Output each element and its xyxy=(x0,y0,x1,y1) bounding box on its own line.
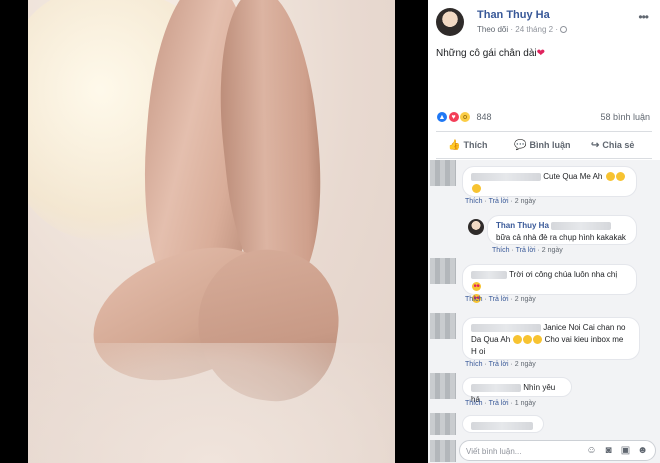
comment-meta: Thích · Trả lời · 2 ngày xyxy=(465,296,536,303)
commenter-avatar[interactable] xyxy=(430,258,456,284)
reply-meta: Thích · Trả lời · 2 ngày xyxy=(492,247,563,254)
post-side-panel: Than Thuy Ha Theo dõi · 24 tháng 2 · •••… xyxy=(428,0,660,463)
comment-like-link[interactable]: Thích xyxy=(465,296,483,303)
redacted-name xyxy=(471,421,533,430)
comment-like-link[interactable]: Thích xyxy=(465,198,483,205)
emoji-icon[interactable]: ☺ xyxy=(586,445,597,456)
comment-label: Bình luận xyxy=(529,140,571,150)
comment-meta: Thích · Trả lời · 2 ngày xyxy=(465,361,536,368)
post-header: Than Thuy Ha Theo dõi · 24 tháng 2 · ••• xyxy=(436,8,660,38)
reaction-count[interactable]: 848 xyxy=(477,112,492,122)
viewer-avatar xyxy=(430,440,456,462)
gif-icon[interactable]: ▣ xyxy=(620,445,631,456)
comment-time[interactable]: 2 ngày xyxy=(515,296,536,303)
smile-emoji xyxy=(472,184,481,194)
reply-text: bữa cả nhà đè ra chụp hình kakakak xyxy=(496,233,626,242)
thumbs-up-icon: 👍 xyxy=(448,140,461,151)
laugh-emoji xyxy=(513,335,523,345)
redacted-name xyxy=(471,323,541,332)
heart-eyes-emoji xyxy=(472,282,481,292)
reply-bubble: Than Thuy Ha bữa cả nhà đè ra chụp hình … xyxy=(487,215,637,245)
laugh-emoji xyxy=(533,335,543,345)
like-label: Thích xyxy=(463,140,488,150)
follow-link[interactable]: Theo dõi xyxy=(477,25,508,34)
comment-text-d: H oi xyxy=(471,347,486,356)
comment-like-link[interactable]: Thích xyxy=(465,400,483,407)
reply-author-avatar[interactable] xyxy=(468,219,484,235)
post-date[interactable]: 24 tháng 2 xyxy=(515,25,553,34)
camera-icon[interactable]: ◙ xyxy=(603,445,614,456)
laugh-emoji xyxy=(523,335,533,345)
comment-text: Cute Qua Me Ah xyxy=(543,172,603,181)
smile-emoji xyxy=(605,172,615,182)
share-icon: ↪ xyxy=(591,140,600,151)
more-options-icon[interactable]: ••• xyxy=(638,10,649,24)
share-button[interactable]: ↪ Chia sẻ xyxy=(591,140,634,151)
comment-button[interactable]: 💬 Bình luận xyxy=(514,140,570,151)
reply-reply-link[interactable]: Trả lời xyxy=(516,247,536,254)
comment-time[interactable]: 2 ngày xyxy=(515,361,536,368)
comment-time[interactable]: 2 ngày xyxy=(515,198,536,205)
comment-reply-link[interactable]: Trả lời xyxy=(489,296,509,303)
comments-list: Cute Qua Me Ah Thích · Trả lời · 2 ngày … xyxy=(428,160,660,463)
commenter-avatar[interactable] xyxy=(430,313,456,339)
reply-author[interactable]: Than Thuy Ha xyxy=(496,221,549,230)
comment-text-b: Da Qua Ah xyxy=(471,335,511,344)
comment-input-box[interactable]: ☺ ◙ ▣ ☻ xyxy=(459,440,656,461)
share-label: Chia sẻ xyxy=(602,140,635,150)
comment-text-c: Cho vai kieu inbox me xyxy=(544,335,624,344)
smile-emoji xyxy=(615,172,625,182)
comment-bubble xyxy=(462,415,544,433)
commenter-avatar[interactable] xyxy=(430,373,456,399)
heart-emoji: ❤ xyxy=(536,48,546,59)
author-avatar[interactable] xyxy=(436,8,464,36)
comment-bubble: Janice Noi Cai chan no Da Qua Ah Cho vai… xyxy=(462,317,640,360)
reactions-bar[interactable]: ▲ ♥ o 848 58 bình luận xyxy=(436,111,656,125)
redacted-name xyxy=(471,172,541,181)
author-name[interactable]: Than Thuy Ha xyxy=(477,9,550,21)
post-photo[interactable] xyxy=(28,0,395,463)
like-reaction-icon: ▲ xyxy=(436,111,448,123)
post-meta: Theo dõi · 24 tháng 2 · xyxy=(477,25,568,34)
comment-bubble: Trời ơi công chúa luôn nha chị xyxy=(462,264,637,304)
comment-meta: Thích · Trả lời · 1 ngày xyxy=(465,400,536,407)
comment-text: Trời ơi công chúa luôn nha chị xyxy=(509,270,618,279)
comment-input[interactable] xyxy=(466,444,576,458)
comment-meta: Thích · Trả lời · 2 ngày xyxy=(465,198,536,205)
comment-reply-link[interactable]: Trả lời xyxy=(489,400,509,407)
comment-text-a: Janice Noi Cai chan no xyxy=(543,323,626,332)
redacted-name xyxy=(471,270,507,279)
blanket xyxy=(28,343,395,463)
comment-reply-link[interactable]: Trả lời xyxy=(489,198,509,205)
redacted-name xyxy=(551,221,612,230)
sticker-icon[interactable]: ☻ xyxy=(637,445,648,456)
love-reaction-icon: ♥ xyxy=(447,111,460,123)
comment-like-link[interactable]: Thích xyxy=(465,361,483,368)
post-caption: Những cô gái chân dài❤ xyxy=(436,48,545,59)
action-bar: 👍 Thích 💬 Bình luận ↪ Chia sẻ xyxy=(436,131,652,159)
reply-time[interactable]: 2 ngày xyxy=(542,247,563,254)
globe-icon xyxy=(560,26,568,34)
comment-bubble: Cute Qua Me Ah xyxy=(462,166,637,197)
like-button[interactable]: 👍 Thích xyxy=(448,140,487,151)
caption-text: Những cô gái chân dài xyxy=(436,48,537,59)
comment-bubble: Nhìn yêu há xyxy=(462,377,572,404)
wow-reaction-icon: o xyxy=(459,111,472,123)
comment-count[interactable]: 58 bình luận xyxy=(600,112,650,122)
commenter-avatar[interactable] xyxy=(430,413,456,435)
comment-composer: ☺ ◙ ▣ ☻ xyxy=(428,438,660,463)
commenter-avatar[interactable] xyxy=(430,160,456,186)
comment-icon: 💬 xyxy=(514,140,527,151)
redacted-name xyxy=(471,383,521,392)
reply-like-link[interactable]: Thích xyxy=(492,247,510,254)
comment-time[interactable]: 1 ngày xyxy=(515,400,536,407)
comment-reply-link[interactable]: Trả lời xyxy=(489,361,509,368)
